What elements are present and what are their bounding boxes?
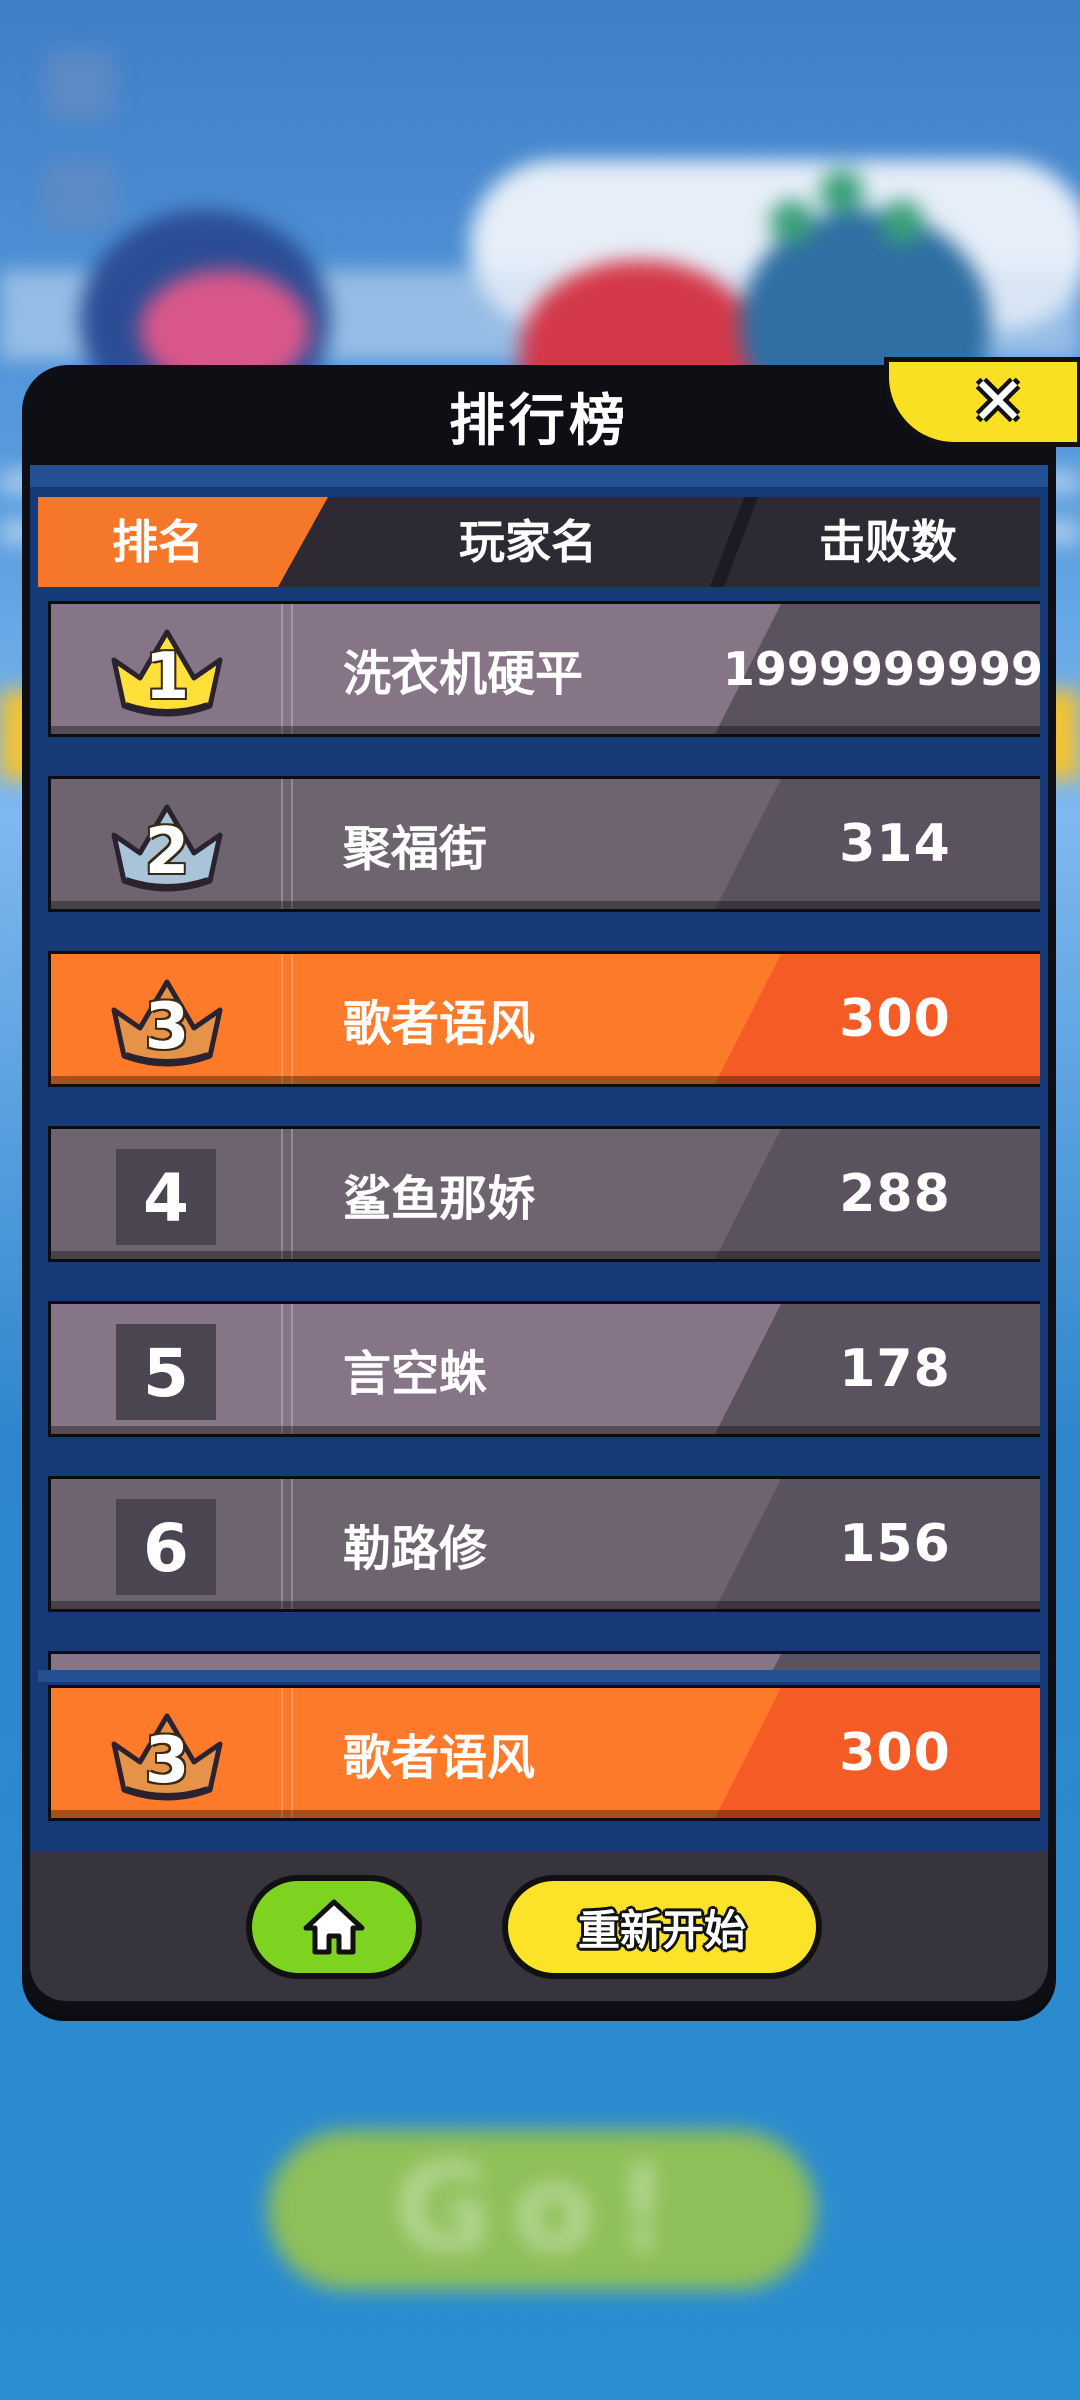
player-name: 歌者语风 xyxy=(343,1730,536,1786)
rank-number: 6 xyxy=(143,1510,189,1587)
leaderboard-header: 排名 玩家名 击败数 xyxy=(38,497,1040,587)
player-name: 洗衣机硬平 xyxy=(343,646,584,702)
close-x-icon: ✕ xyxy=(970,363,1026,440)
player-name: 勒路修 xyxy=(343,1521,488,1577)
leaderboard-row: 4 鲨鱼那娇 288 xyxy=(48,1126,1040,1262)
home-button[interactable] xyxy=(246,1875,422,1979)
close-button[interactable]: ✕ xyxy=(884,357,1080,447)
defeat-count: 1999999999 xyxy=(722,642,1040,696)
leaderboard-row: 5 言空蛛 178 xyxy=(48,1301,1040,1437)
player-name: 歌者语风 xyxy=(343,996,536,1052)
header-player: 玩家名 xyxy=(459,515,597,569)
self-rank-area: 3 歌者语风 300 xyxy=(38,1685,1040,1835)
rank-number: 3 xyxy=(144,990,190,1064)
bronze-crown-icon: 3 xyxy=(106,1706,228,1810)
gold-crown-icon: 1 xyxy=(106,622,228,726)
defeat-count: 300 xyxy=(839,1723,951,1783)
defeat-count: 300 xyxy=(839,989,951,1049)
leaderboard-row: 3 歌者语风 300 xyxy=(48,951,1040,1087)
go-button-label: Go! xyxy=(394,2140,690,2279)
leaderboard-body: 排名 玩家名 击败数 1 洗衣机硬平 1999999999 2 聚福街 314 3 歌者语风 3… xyxy=(30,465,1048,1917)
player-name: 鲨鱼那娇 xyxy=(343,1171,536,1227)
defeat-count: 288 xyxy=(839,1164,951,1224)
self-rank-row: 3 歌者语风 300 xyxy=(48,1685,1040,1821)
player-name: 言空蛛 xyxy=(343,1346,488,1402)
leaderboard-row: 6 勒路修 156 xyxy=(48,1476,1040,1612)
defeat-count: 314 xyxy=(839,814,951,874)
rank-number: 2 xyxy=(144,815,190,889)
header-rank: 排名 xyxy=(112,515,204,569)
silver-crown-icon: 2 xyxy=(106,797,228,901)
leaderboard-list[interactable]: 1 洗衣机硬平 1999999999 2 聚福街 314 3 歌者语风 300 4 鲨鱼那娇 288 5… xyxy=(38,595,1040,1675)
rank-number: 4 xyxy=(143,1160,189,1237)
rank-number: 5 xyxy=(143,1335,189,1412)
leaderboard-panel: 排行榜 ✕ 排名 玩家名 击败数 1 洗衣机硬平 1999999999 2 聚福街 314… xyxy=(22,357,1080,2015)
header-score: 击败数 xyxy=(819,515,957,569)
rank-number: 1 xyxy=(144,640,190,714)
defeat-count: 178 xyxy=(839,1339,951,1399)
leaderboard-row: 1 洗衣机硬平 1999999999 xyxy=(48,601,1040,737)
home-icon xyxy=(303,1899,365,1955)
restart-button[interactable]: 重新开始 xyxy=(502,1875,822,1979)
defeat-count: 156 xyxy=(839,1514,951,1574)
bronze-crown-icon: 3 xyxy=(106,972,228,1076)
player-name: 聚福街 xyxy=(343,821,488,877)
rank-number: 3 xyxy=(144,1724,190,1798)
leaderboard-row: 2 聚福街 314 xyxy=(48,776,1040,912)
